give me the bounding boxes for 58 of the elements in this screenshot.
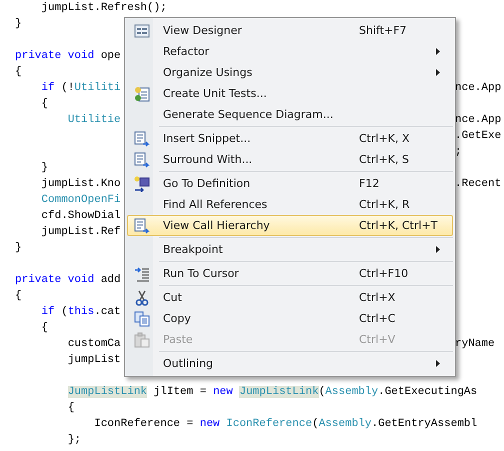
code-line: { <box>15 65 22 80</box>
code-line: CommonOpenFi <box>40 193 121 208</box>
square-arrow-icon <box>134 176 150 192</box>
code-line: if (!Utiliti <box>40 81 121 96</box>
arrow-lines-icon <box>134 266 150 282</box>
code-line: private void add <box>15 273 121 288</box>
code-line: { <box>40 97 48 112</box>
form-icon <box>134 22 150 38</box>
code-line: Utilitie <box>66 113 121 128</box>
menu-item[interactable]: Refactor <box>127 41 453 62</box>
code-line: customCa <box>66 337 121 352</box>
scissors-icon <box>134 290 150 306</box>
menu-item[interactable]: View Call Hierarchy Ctrl+K, Ctrl+T <box>127 215 453 236</box>
menu-item[interactable]: View Designer Shift+F7 <box>127 20 453 41</box>
code-line: nce.App <box>455 113 502 128</box>
code-line: { <box>66 401 74 416</box>
code-line: jumpList.Kno <box>40 177 121 192</box>
submenu-arrow-icon <box>436 360 440 367</box>
code-line: private void ope <box>15 49 121 64</box>
code-line: } <box>15 17 22 32</box>
code-line: } <box>15 241 22 256</box>
menu-item[interactable]: Outlining <box>127 353 453 374</box>
code-line: ; <box>455 145 463 160</box>
copy-icon <box>134 310 150 326</box>
code-line: .Recent <box>455 177 502 192</box>
menu-item[interactable]: Find All References Ctrl+K, R <box>127 194 453 215</box>
menu-item[interactable]: Copy Ctrl+C <box>127 308 453 329</box>
code-line: ryName <box>455 337 496 352</box>
code-line: jumpList.Ref <box>40 225 121 240</box>
menu-item[interactable]: Insert Snippet... Ctrl+K, X <box>127 128 453 149</box>
document-arrow-icon <box>134 218 150 234</box>
menu-item[interactable]: Create Unit Tests... <box>127 83 453 104</box>
clipboard-icon <box>134 332 150 348</box>
code-line: cfd.ShowDial <box>40 209 121 224</box>
document-arrow-icon <box>134 130 150 146</box>
code-line: jumpList.Refresh(); <box>40 1 167 16</box>
code-line: if (this.cat <box>40 305 121 320</box>
submenu-arrow-icon <box>436 48 440 55</box>
menu-item[interactable]: Go To Definition F12 <box>127 173 453 194</box>
document-arrow-icon <box>134 152 150 168</box>
menu-item[interactable]: Organize Usings <box>127 62 453 83</box>
code-line: } <box>40 161 48 176</box>
code-line: IconReference = new IconReference(Assembly.GetEntryAssembl <box>93 417 478 432</box>
menu-item[interactable]: Cut Ctrl+X <box>127 287 453 308</box>
menu-item[interactable]: Breakpoint <box>127 239 453 260</box>
code-line: jumpList <box>66 353 121 368</box>
menu-item[interactable]: Surround With... Ctrl+K, S <box>127 149 453 170</box>
code-line: { <box>15 289 22 304</box>
document-icon <box>134 86 150 102</box>
menu-item[interactable]: Generate Sequence Diagram... <box>127 104 453 125</box>
submenu-arrow-icon <box>436 69 440 76</box>
code-line: .GetExe <box>455 129 502 144</box>
submenu-arrow-icon <box>436 246 440 253</box>
code-line: { <box>40 321 48 336</box>
code-line: }; <box>66 433 82 448</box>
code-line: nce.App <box>455 81 502 96</box>
menu-item[interactable]: Run To Cursor Ctrl+F10 <box>127 263 453 284</box>
code-line: JumpListLink jlItem = new JumpListLink(Assembly.GetExecutingAs <box>66 385 478 400</box>
